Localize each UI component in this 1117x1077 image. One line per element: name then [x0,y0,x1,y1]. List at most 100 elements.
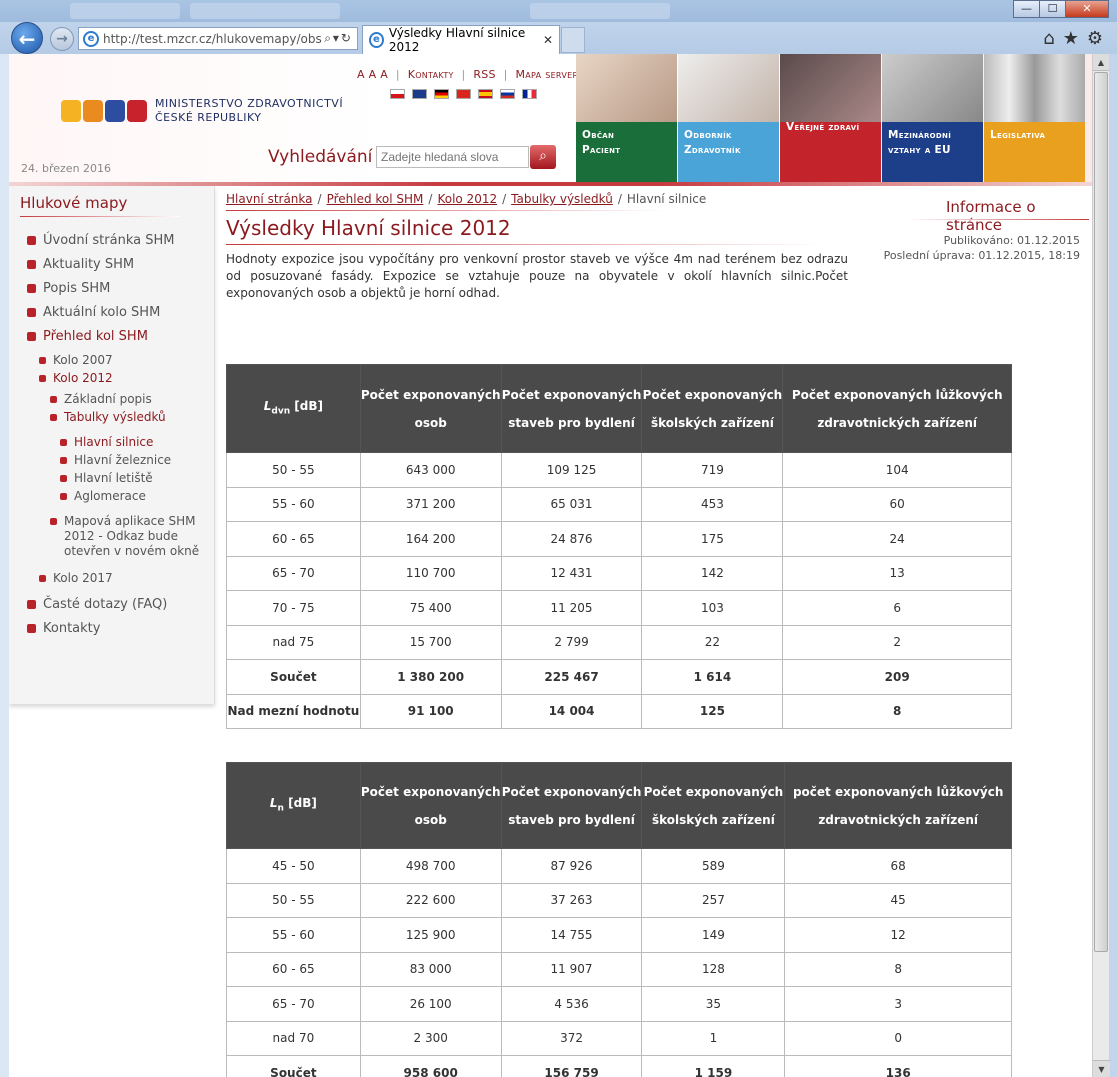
bullet-icon [50,518,57,525]
ie-tab-icon: e [369,32,384,48]
table-cell: 3 [784,986,1012,1022]
table-row: 60 - 65 164 200 24 876 175 24 [226,521,1012,557]
table-cell: 453 [641,486,784,522]
vertical-scrollbar[interactable]: ▲ ▼ [1092,54,1110,1077]
sidebar-title: Hlukové mapy [20,194,128,212]
minimize-button[interactable]: — [1013,0,1040,18]
table-cell: 164 200 [359,521,502,557]
back-button[interactable]: ← [11,22,43,54]
row-label-cell: nad 75 [226,624,361,660]
scrollbar-thumb[interactable] [1094,72,1108,952]
table-cell: 8 [784,951,1012,987]
bullet-icon [39,574,46,582]
settings-gear-icon[interactable]: ⚙ [1087,28,1103,49]
row-label-cell: 50 - 55 [226,882,361,918]
tile-verejne-zdravi[interactable]: Veřejné zdraví [780,54,881,182]
sidebar-item-hlavni-letiste[interactable]: Hlavní letiště [60,471,153,485]
tile-mezinarodni-vztahy[interactable]: Mezinárodní vztahy a EU [882,54,983,182]
maximize-button[interactable]: ☐ [1039,0,1066,18]
flag-ru-icon[interactable] [500,89,515,99]
row-label-cell: 55 - 60 [226,486,361,522]
table-row: nad 70 2 300 372 1 0 [226,1020,1012,1056]
sidebar-item-popis[interactable]: Popis SHM [27,281,110,296]
sidebar-item-kolo-2017[interactable]: Kolo 2017 [39,571,113,585]
flag-fr-icon[interactable] [522,89,537,99]
browser-toolbar-icons: ⌂ ★ ⚙ [1043,28,1103,49]
home-icon[interactable]: ⌂ [1043,28,1054,49]
table-cell: 156 759 [500,1055,643,1077]
bullet-icon [50,413,57,421]
sidebar-item-kolo-2012[interactable]: Kolo 2012 [39,371,113,385]
address-text[interactable]: http://test.mzcr.cz/hlukovemapy/obs [103,32,322,46]
table-cell: 37 263 [500,882,643,918]
tile-label: Občan Pacient [582,129,621,156]
table-row: 70 - 75 75 400 11 205 103 6 [226,590,1012,626]
scroll-down-arrow-icon[interactable]: ▼ [1093,1060,1110,1077]
published-date: Publikováno: 01.12.2015 [943,234,1080,247]
table-cell: 1 159 [641,1055,786,1077]
new-tab-button[interactable] [561,27,585,53]
page-info-title: Informace o stránce [946,198,1036,234]
breadcrumb-link[interactable]: Přehled kol SHM [327,192,424,206]
link-kontakty[interactable]: Kontakty [408,68,454,81]
breadcrumb-link[interactable]: Kolo 2012 [437,192,497,206]
top-links: A A A | Kontakty | RSS | Mapa serveru [357,68,585,81]
table-cell: 149 [641,917,786,953]
row-label-cell: 60 - 65 [226,951,361,987]
sidebar-item-prehled-kol[interactable]: Přehled kol SHM [27,329,148,344]
tile-legislativa[interactable]: Legislativa [984,54,1085,182]
close-window-button[interactable]: ✕ [1065,0,1109,18]
sidebar-item-kontakty[interactable]: Kontakty [27,621,100,636]
table-cell: 125 [641,693,784,729]
sidebar-item-aktualni-kolo[interactable]: Aktuální kolo SHM [27,305,160,320]
search-input[interactable] [376,146,529,168]
row-label-cell: 65 - 70 [226,555,361,591]
page-meta: Publikováno: 01.12.2015 Poslední úprava:… [884,233,1080,263]
tile-label: Veřejné zdraví [786,121,860,133]
table-cell: 15 700 [359,624,502,660]
sidebar-item-mapova-aplikace[interactable]: Mapová aplikace SHM 2012 - Odkaz bude ot… [50,514,200,559]
sidebar-item-faq[interactable]: Časté dotazy (FAQ) [27,597,167,612]
ministry-logo[interactable]: MINISTERSTVO ZDRAVOTNICTVÍ ČESKÉ REPUBLI… [61,97,343,125]
table-cell: 1 [641,1020,786,1056]
page-title: Výsledky Hlavní silnice 2012 [226,216,511,240]
search-button[interactable]: ⌕ [530,145,556,169]
table-row: Součet 958 600 156 759 1 159 136 [226,1055,1012,1077]
flag-vn-icon[interactable] [456,89,471,99]
tile-odbornik-zdravotnik[interactable]: Odborník Zdravotník [678,54,779,182]
breadcrumb-link[interactable]: Hlavní stránka [226,192,313,206]
flag-es-icon[interactable] [478,89,493,99]
sidebar-item-tabulky-vysledku[interactable]: Tabulky výsledků [50,410,166,424]
link-mapa-serveru[interactable]: Mapa serveru [515,68,584,81]
sidebar-item-aktuality[interactable]: Aktuality SHM [27,257,134,272]
flag-de-icon[interactable] [434,89,449,99]
sidebar-item-uvodni-stranka[interactable]: Úvodní stránka SHM [27,233,174,248]
table-cell: 103 [641,590,784,626]
forward-button[interactable]: → [50,27,74,51]
address-tools-icon[interactable]: ⌕▾↻ [324,31,357,46]
table-cell: 22 [641,624,784,660]
font-size-switcher[interactable]: A A A [357,68,388,81]
flag-uk-icon[interactable] [412,89,427,99]
tab-close-icon[interactable]: ✕ [543,33,559,47]
tile-obcan-pacient[interactable]: Občan Pacient [576,54,677,182]
table-cell: 371 200 [359,486,502,522]
address-bar[interactable]: e http://test.mzcr.cz/hlukovemapy/obs ⌕▾… [78,27,358,50]
favorites-star-icon[interactable]: ★ [1063,28,1079,49]
sidebar-item-aglomerace[interactable]: Aglomerace [60,489,146,503]
sidebar-item-hlavni-zeleznice[interactable]: Hlavní železnice [60,453,171,467]
scroll-up-arrow-icon[interactable]: ▲ [1093,54,1109,71]
bullet-icon [39,374,46,382]
table-cell: 104 [782,452,1012,488]
sidebar-item-hlavni-silnice[interactable]: Hlavní silnice [60,435,153,449]
current-date: 24. březen 2016 [21,162,112,175]
row-label-cell: 65 - 70 [226,986,361,1022]
flag-cz-icon[interactable] [390,89,405,99]
tab-active[interactable]: e Výsledky Hlavní silnice 2012 ✕ [362,25,560,54]
breadcrumb-link[interactable]: Tabulky výsledků [511,192,613,206]
sidebar-item-kolo-2007[interactable]: Kolo 2007 [39,353,113,367]
sidebar-item-zakladni-popis[interactable]: Základní popis [50,392,152,406]
table-cell: 11 907 [500,951,643,987]
link-rss[interactable]: RSS [473,68,496,81]
table-row: 60 - 65 83 000 11 907 128 8 [226,951,1012,987]
